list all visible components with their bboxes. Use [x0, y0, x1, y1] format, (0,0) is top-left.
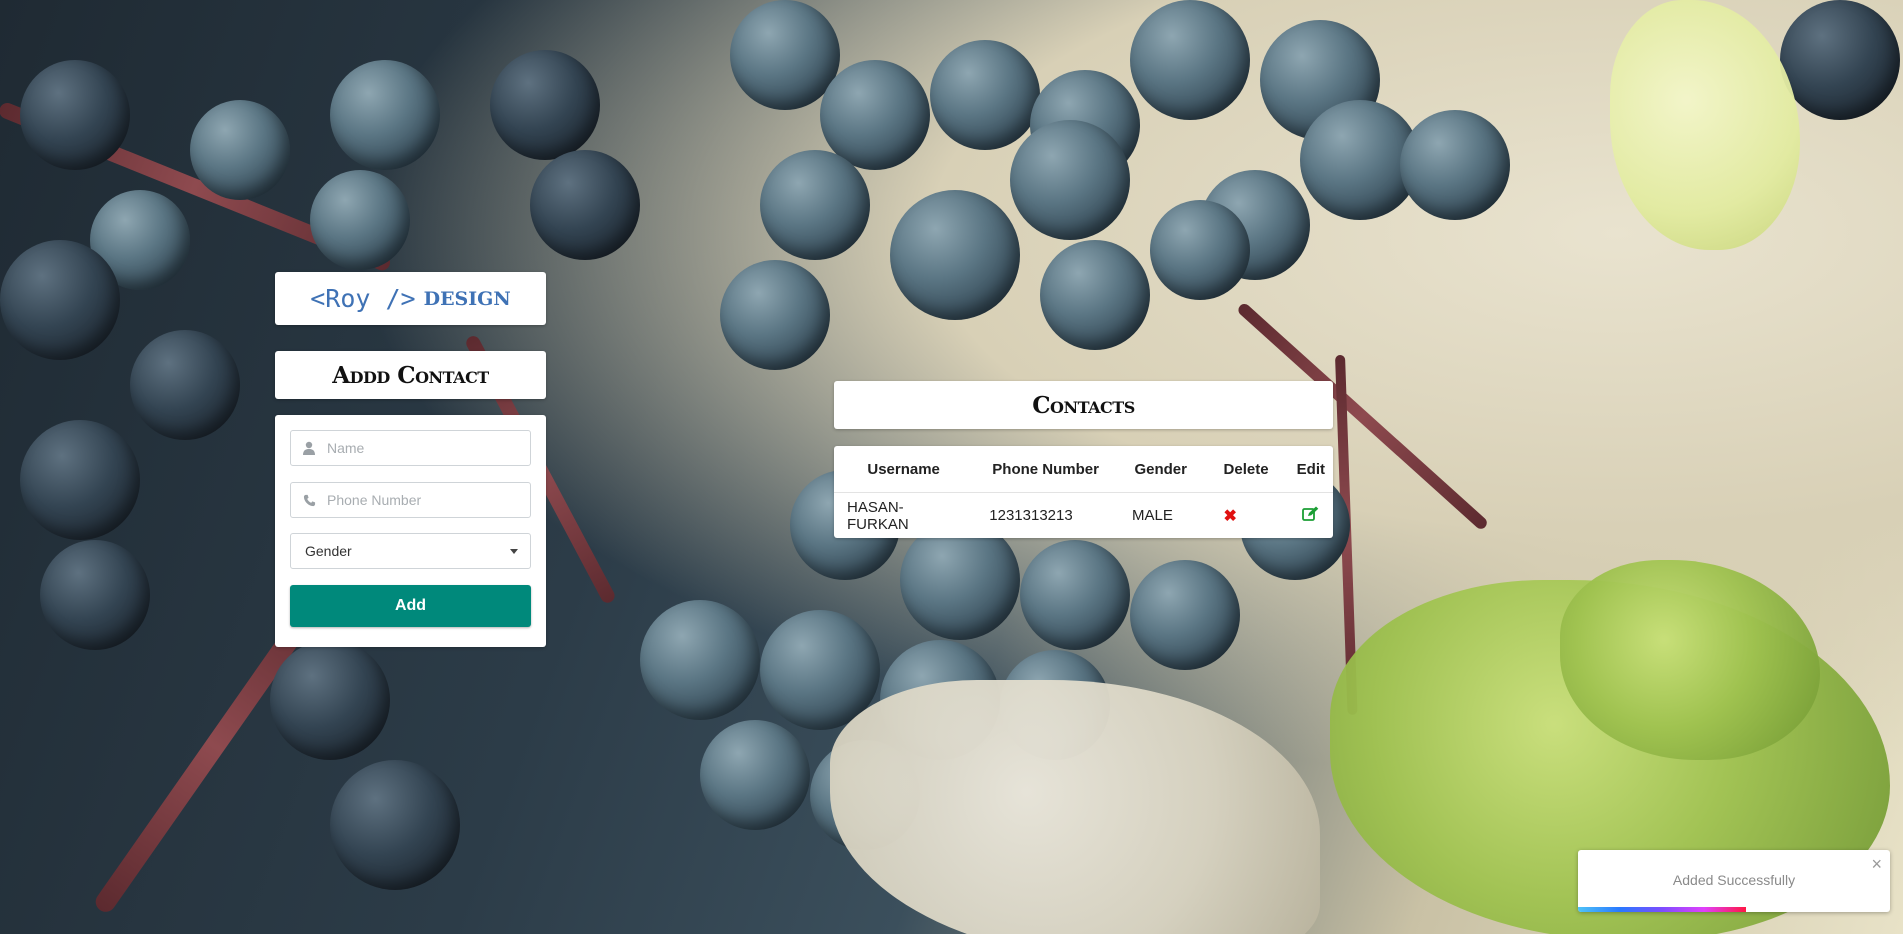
grape: [890, 190, 1020, 320]
header-gender: Gender: [1118, 446, 1204, 493]
phone-field[interactable]: [290, 482, 531, 518]
grape: [130, 330, 240, 440]
grape: [530, 150, 640, 260]
header-phone: Phone Number: [973, 446, 1119, 493]
success-toast: Added Successfully ×: [1578, 850, 1890, 912]
gender-select-value: Gender: [305, 543, 352, 559]
contacts-table-card: Username Phone Number Gender Delete Edit…: [834, 446, 1333, 538]
add-contact-title: Addd Contact: [275, 351, 546, 399]
grape: [20, 420, 140, 540]
grape: [1400, 110, 1510, 220]
grape: [900, 520, 1020, 640]
contacts-title: Contacts: [834, 381, 1333, 429]
name-field[interactable]: [290, 430, 531, 466]
grape: [700, 720, 810, 830]
grape: [0, 240, 120, 360]
name-input[interactable]: [327, 440, 517, 456]
grape: [1020, 540, 1130, 650]
add-contact-title-text: Addd Contact: [332, 361, 489, 389]
grape: [1130, 0, 1250, 120]
close-icon[interactable]: ×: [1871, 854, 1882, 875]
grape: [760, 150, 870, 260]
gender-select[interactable]: Gender: [290, 533, 531, 569]
grape: [330, 760, 460, 890]
phone-icon: [291, 494, 327, 507]
grape: [1040, 240, 1150, 350]
grape: [1780, 0, 1900, 120]
contacts-table: Username Phone Number Gender Delete Edit…: [834, 446, 1333, 538]
grape: [930, 40, 1040, 150]
grape: [720, 260, 830, 370]
grape: [270, 640, 390, 760]
grape: [1010, 120, 1130, 240]
brand-code: <Roy />: [310, 284, 416, 313]
grape: [330, 60, 440, 170]
grape: [640, 600, 760, 720]
header-username: Username: [834, 446, 974, 493]
delete-x-icon[interactable]: ✖: [1223, 508, 1236, 525]
add-contact-form: Gender Add: [275, 415, 546, 647]
grape: [490, 50, 600, 160]
toast-message: Added Successfully: [1672, 872, 1796, 888]
grape: [40, 540, 150, 650]
header-edit: Edit: [1288, 446, 1333, 493]
chevron-down-icon: [510, 548, 518, 554]
cell-username: HASAN-FURKAN: [847, 498, 909, 533]
leaf: [1610, 0, 1800, 250]
table-header-row: Username Phone Number Gender Delete Edit: [834, 446, 1333, 493]
grape: [1150, 200, 1250, 300]
table-row: HASAN-FURKAN 1231313213 MALE ✖: [834, 493, 1333, 539]
brand-suffix: DESIGN: [423, 287, 511, 310]
toast-progress-bar: [1578, 907, 1747, 912]
brand-logo: <Roy /> DESIGN: [275, 272, 546, 325]
cell-phone: 1231313213: [989, 507, 1073, 524]
grape: [190, 100, 290, 200]
user-icon: [291, 441, 327, 455]
edit-icon[interactable]: [1302, 506, 1319, 526]
header-delete: Delete: [1203, 446, 1289, 493]
grape: [310, 170, 410, 270]
add-button[interactable]: Add: [290, 585, 531, 627]
dry-leaf: [830, 680, 1320, 934]
cell-delete: ✖: [1203, 493, 1288, 539]
grape: [1130, 560, 1240, 670]
grape: [20, 60, 130, 170]
phone-input[interactable]: [327, 492, 517, 508]
cell-gender: MALE: [1132, 507, 1173, 524]
contacts-title-text: Contacts: [1032, 391, 1135, 419]
cell-edit: [1289, 493, 1333, 539]
